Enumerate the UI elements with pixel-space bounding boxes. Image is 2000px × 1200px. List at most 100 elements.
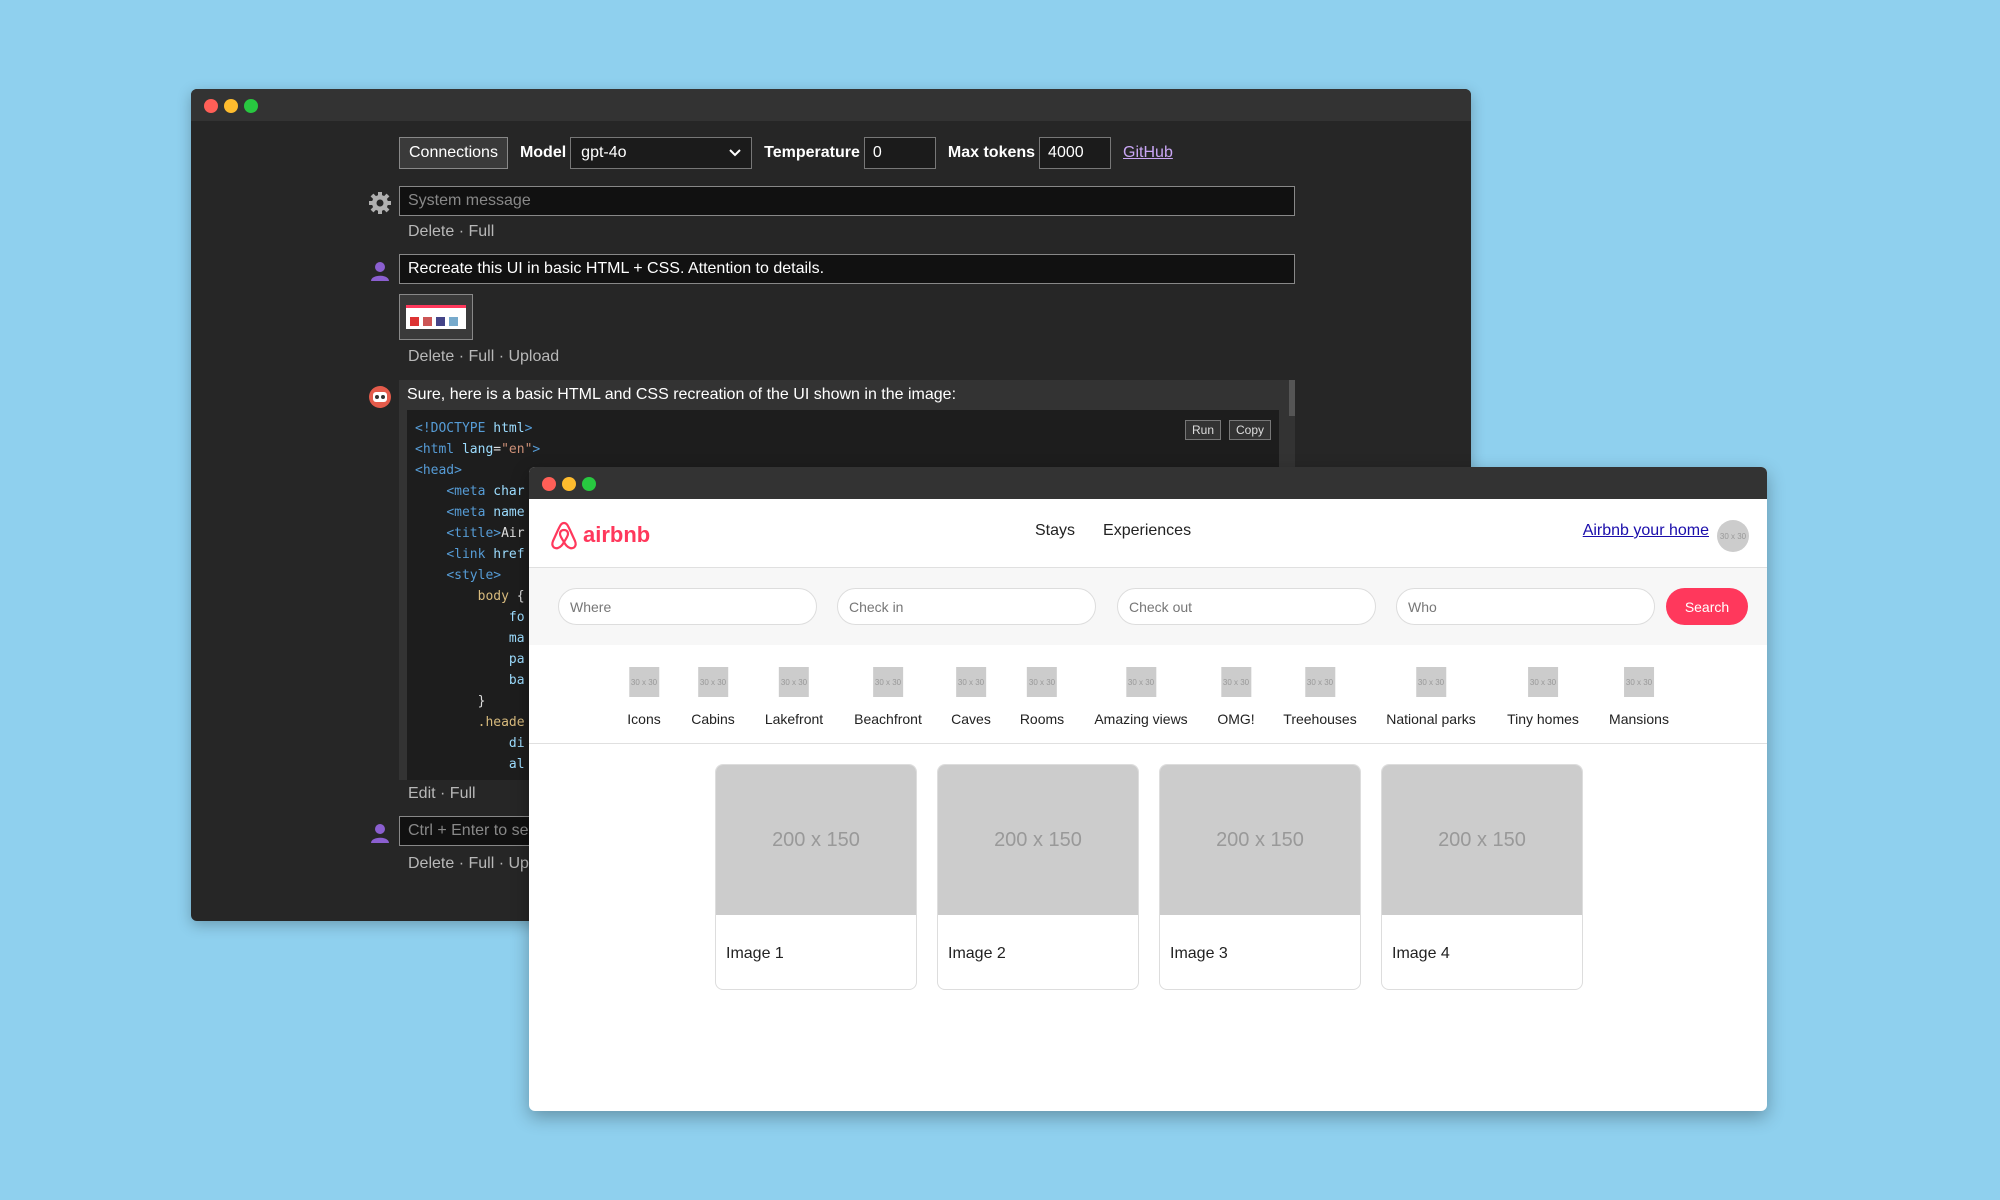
category-label: Mansions — [1609, 711, 1669, 727]
listing-card[interactable]: 200 x 150 Image 3 — [1159, 764, 1361, 990]
category-omg[interactable]: 30 x 30 OMG! — [1217, 667, 1255, 727]
listing-title: Image 3 — [1170, 945, 1228, 962]
category-label: Icons — [627, 711, 661, 727]
minimize-window-button[interactable] — [562, 477, 576, 491]
category-icon: 30 x 30 — [1623, 667, 1654, 697]
airbnb-logo-text: airbnb — [583, 522, 651, 547]
search-button[interactable]: Search — [1666, 588, 1748, 625]
category-icon: 30 x 30 — [1528, 667, 1558, 697]
who-input[interactable]: Who — [1396, 588, 1655, 625]
listing-title: Image 4 — [1392, 945, 1450, 962]
toolbar: Connections Model gpt-4o Temperature 0 M… — [399, 137, 1173, 169]
category-cabins[interactable]: 30 x 30 Cabins — [691, 667, 735, 727]
user-message-actions[interactable]: Delete · Full · Upload — [408, 348, 559, 366]
category-label: Cabins — [691, 711, 735, 727]
close-window-button[interactable] — [204, 99, 218, 113]
avatar[interactable]: 30 x 30 — [1717, 520, 1749, 552]
chevron-down-icon — [729, 149, 741, 157]
category-tiny-homes[interactable]: 30 x 30 Tiny homes — [1507, 667, 1579, 727]
category-icon: 30 x 30 — [1304, 667, 1335, 697]
category-icon: 30 x 30 — [1026, 667, 1057, 697]
max-tokens-label: Max tokens — [947, 144, 1036, 161]
category-amazing-views[interactable]: 30 x 30 Amazing views — [1094, 667, 1188, 727]
scrollbar-thumb[interactable] — [1289, 380, 1295, 416]
thumbnail-content — [406, 305, 466, 326]
robot-icon — [369, 386, 391, 408]
category-beachfront[interactable]: 30 x 30 Beachfront — [854, 667, 922, 727]
where-input[interactable]: Where — [558, 588, 817, 625]
category-label: Rooms — [1019, 711, 1065, 727]
category-treehouses[interactable]: 30 x 30 Treehouses — [1283, 667, 1357, 727]
category-national-parks[interactable]: 30 x 30 National parks — [1386, 667, 1476, 727]
airbnb-logo-icon — [551, 521, 577, 550]
model-label: Model — [519, 144, 567, 161]
copy-button[interactable]: Copy — [1228, 420, 1271, 440]
category-caves[interactable]: 30 x 30 Caves — [951, 667, 991, 727]
assistant-message-text: Sure, here is a basic HTML and CSS recre… — [407, 386, 957, 403]
temperature-input[interactable]: 0 — [863, 137, 936, 169]
new-message-actions[interactable]: Delete · Full · Uplo — [408, 855, 541, 873]
thumbnail-preview — [406, 305, 466, 329]
listing-card[interactable]: 200 x 150 Image 4 — [1381, 764, 1583, 990]
airbnb-logo[interactable]: airbnb — [549, 519, 650, 551]
check-in-input[interactable]: Check in — [837, 588, 1096, 625]
category-bar: 30 x 30 Icons 30 x 30 Cabins 30 x 30 Lak… — [529, 645, 1767, 744]
category-label: National parks — [1386, 711, 1476, 727]
category-label: Amazing views — [1094, 711, 1188, 727]
listing-title: Image 2 — [948, 945, 1006, 962]
attached-image-thumbnail[interactable] — [399, 294, 473, 340]
gear-icon — [369, 192, 391, 214]
github-link[interactable]: GitHub — [1123, 144, 1173, 162]
nav-experiences[interactable]: Experiences — [1103, 522, 1191, 540]
category-mansions[interactable]: 30 x 30 Mansions — [1609, 667, 1669, 727]
run-button[interactable]: Run — [1184, 420, 1221, 440]
model-select[interactable]: gpt-4o — [570, 137, 753, 169]
category-icon: 30 x 30 — [1416, 667, 1446, 697]
system-message-input[interactable]: System message — [399, 186, 1295, 216]
window-titlebar — [191, 89, 1471, 121]
listing-image: 200 x 150 — [716, 765, 916, 915]
host-link[interactable]: Airbnb your home — [1583, 522, 1709, 540]
category-icon: 30 x 30 — [1126, 667, 1156, 697]
category-label: Caves — [951, 711, 991, 727]
category-icons[interactable]: 30 x 30 Icons — [627, 667, 661, 727]
minimize-window-button[interactable] — [224, 99, 238, 113]
user-message-input[interactable]: Recreate this UI in basic HTML + CSS. At… — [399, 254, 1295, 284]
category-label: OMG! — [1217, 711, 1255, 727]
category-label: Tiny homes — [1507, 711, 1579, 727]
check-out-input[interactable]: Check out — [1117, 588, 1376, 625]
category-label: Treehouses — [1283, 711, 1357, 727]
category-icon: 30 x 30 — [629, 667, 659, 697]
model-value: gpt-4o — [581, 144, 627, 161]
system-message-actions[interactable]: Delete · Full — [408, 223, 494, 241]
connections-button[interactable]: Connections — [399, 137, 508, 169]
airbnb-header: airbnb Stays Experiences Airbnb your hom… — [529, 499, 1767, 568]
user-icon — [371, 824, 389, 843]
category-icon: 30 x 30 — [779, 667, 809, 697]
temperature-label: Temperature — [764, 144, 860, 161]
close-window-button[interactable] — [542, 477, 556, 491]
category-icon: 30 x 30 — [873, 667, 903, 697]
max-tokens-input[interactable]: 4000 — [1039, 137, 1112, 169]
nav-stays[interactable]: Stays — [1035, 522, 1075, 540]
assistant-message-actions[interactable]: Edit · Full — [408, 785, 476, 803]
maximize-window-button[interactable] — [582, 477, 596, 491]
listing-title: Image 1 — [726, 945, 784, 962]
window-titlebar — [529, 467, 1767, 499]
listing-image: 200 x 150 — [1382, 765, 1582, 915]
category-label: Beachfront — [854, 711, 922, 727]
category-icon: 30 x 30 — [1221, 667, 1251, 697]
category-icon: 30 x 30 — [698, 667, 728, 697]
listing-image: 200 x 150 — [938, 765, 1138, 915]
code-line: <!DOCTYPE html> — [415, 421, 533, 436]
category-rooms[interactable]: 30 x 30 Rooms — [1020, 667, 1064, 727]
category-lakefront[interactable]: 30 x 30 Lakefront — [765, 667, 823, 727]
airbnb-window: airbnb Stays Experiences Airbnb your hom… — [529, 467, 1767, 1111]
code-line: <html lang="en"> — [415, 442, 541, 457]
listing-card[interactable]: 200 x 150 Image 2 — [937, 764, 1139, 990]
main-nav: Stays Experiences — [1035, 522, 1191, 540]
listing-image: 200 x 150 — [1160, 765, 1360, 915]
listing-card[interactable]: 200 x 150 Image 1 — [715, 764, 917, 990]
user-icon — [371, 262, 389, 281]
maximize-window-button[interactable] — [244, 99, 258, 113]
